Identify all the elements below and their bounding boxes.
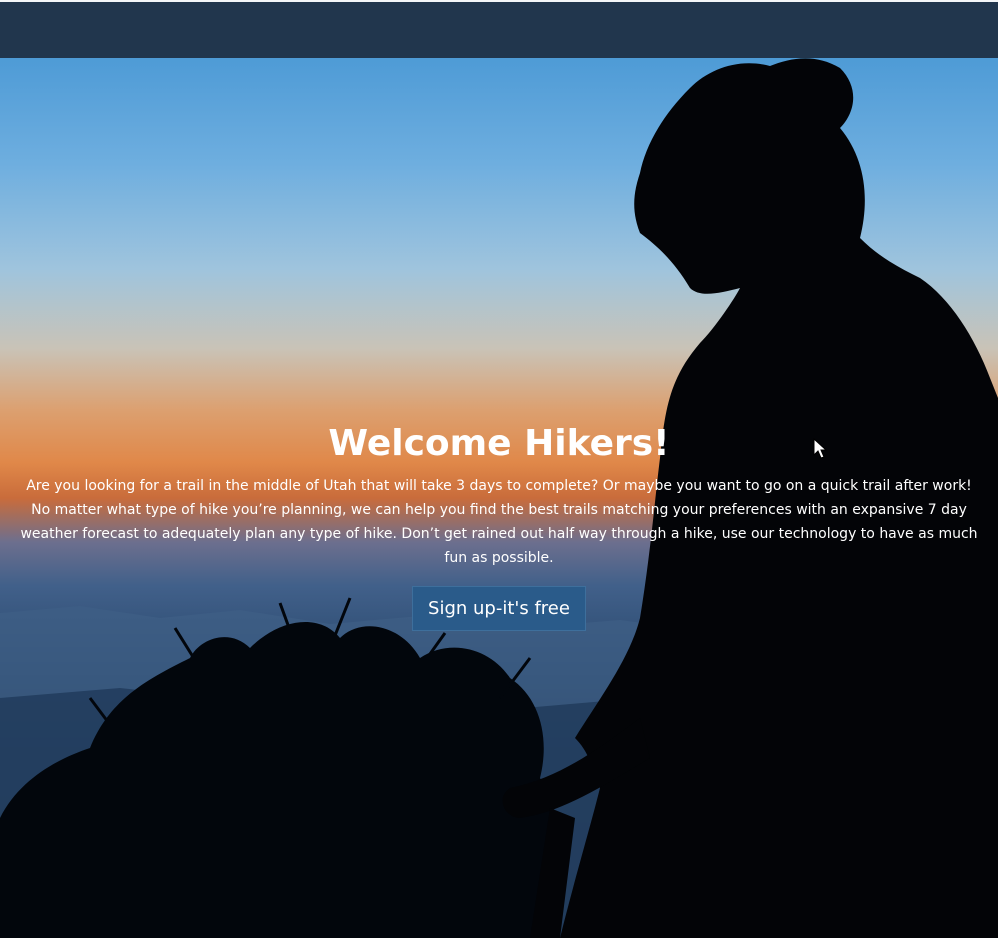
hero-description: Are you looking for a trail in the middl… (20, 478, 978, 566)
signup-button[interactable]: Sign up-it's free (412, 586, 586, 631)
arrow-cursor-icon (813, 438, 827, 459)
hero-section: Welcome Hikers! Are you looking for a tr… (0, 58, 998, 938)
top-navbar (0, 0, 998, 58)
hero-title: Welcome Hikers! (328, 423, 670, 464)
hero-content: Welcome Hikers! Are you looking for a tr… (0, 420, 998, 631)
